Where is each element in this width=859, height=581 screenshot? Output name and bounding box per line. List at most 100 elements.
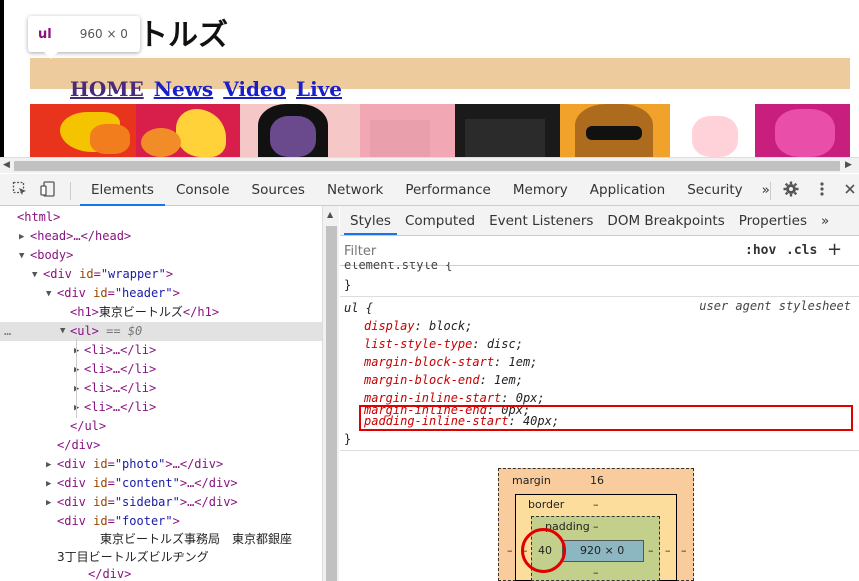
- collapse-triangle-icon[interactable]: ▼: [60, 322, 65, 341]
- margin-left-value[interactable]: –: [507, 544, 513, 557]
- declaration-display[interactable]: display: block;: [364, 317, 472, 335]
- page-left-edge: [0, 0, 4, 157]
- tag-li: <li>…</li>: [84, 362, 157, 376]
- new-rule-button[interactable]: +: [827, 239, 842, 260]
- attr-name: id: [93, 495, 108, 509]
- expand-triangle-icon[interactable]: ▶: [19, 232, 24, 242]
- padding-bottom-value[interactable]: –: [593, 566, 599, 579]
- tab-network[interactable]: Network: [316, 174, 394, 206]
- tab-application[interactable]: Application: [579, 174, 676, 206]
- dom-node-photo[interactable]: <div id="photo">…</div>: [57, 455, 223, 474]
- dom-tree-vertical-scrollbar[interactable]: ▲: [322, 206, 339, 581]
- more-tabs-button[interactable]: »: [754, 174, 778, 206]
- styles-tab-strip: Styles Computed Event Listeners DOM Brea…: [340, 206, 859, 236]
- dom-node-li[interactable]: <li>…</li>: [84, 360, 156, 379]
- close-icon[interactable]: [841, 181, 859, 199]
- scrollbar-thumb[interactable]: [14, 161, 840, 171]
- dom-node-content[interactable]: <div id="content">…</div>: [57, 474, 238, 493]
- tab-dom-breakpoints[interactable]: DOM Breakpoints: [601, 206, 730, 235]
- rule-divider: [340, 296, 859, 297]
- attr-value: "footer": [114, 514, 173, 528]
- margin-right-value[interactable]: –: [681, 544, 687, 557]
- prop-value: 0px;: [515, 391, 545, 405]
- declaration-list-style-type[interactable]: list-style-type: disc;: [364, 335, 523, 353]
- margin-label: margin: [512, 474, 551, 487]
- padding-left-highlight-annotation: [521, 528, 566, 573]
- dom-node-body[interactable]: <body>: [30, 246, 73, 265]
- scrollbar-thumb[interactable]: [326, 226, 337, 581]
- inspect-element-icon[interactable]: [11, 181, 29, 199]
- tab-event-listeners[interactable]: Event Listeners: [483, 206, 599, 235]
- margin-top-value[interactable]: 16: [590, 474, 604, 487]
- more-subtabs-button[interactable]: »: [815, 206, 835, 235]
- dom-node-footer-close[interactable]: </div>: [88, 565, 131, 581]
- prop-name: display: [364, 319, 415, 333]
- photo-panel-8: [755, 104, 850, 157]
- nav-link-live[interactable]: Live: [296, 77, 342, 101]
- border-top-value[interactable]: –: [593, 498, 599, 511]
- node-ellipsis[interactable]: …: [4, 322, 11, 341]
- scroll-right-icon[interactable]: ▶: [845, 160, 852, 170]
- element-style-rule[interactable]: element.style {: [344, 262, 452, 276]
- footer-text-line-2[interactable]: 3丁目ビートルズビルヂング: [57, 548, 209, 567]
- nav-link-video[interactable]: Video: [223, 77, 286, 101]
- photo-panel-6: [560, 104, 670, 157]
- prop-name: margin-block-start: [364, 355, 495, 369]
- footer-text: 3丁目ビートルズビルヂング: [57, 550, 209, 564]
- border-right-value[interactable]: –: [665, 544, 671, 557]
- tab-properties[interactable]: Properties: [733, 206, 813, 235]
- tag-close: </ul>: [70, 419, 107, 433]
- tab-sources[interactable]: Sources: [241, 174, 316, 206]
- tab-console[interactable]: Console: [165, 174, 241, 206]
- padding-right-value[interactable]: –: [648, 544, 654, 557]
- attr-name: id: [93, 514, 108, 528]
- tab-styles[interactable]: Styles: [344, 206, 397, 235]
- nav-link-news[interactable]: News: [154, 77, 213, 101]
- styles-filter-input[interactable]: [344, 241, 729, 262]
- dom-node-header[interactable]: <div id="header">: [57, 284, 180, 303]
- tab-memory[interactable]: Memory: [502, 174, 579, 206]
- declaration-margin-block-end[interactable]: margin-block-end: 1em;: [364, 371, 523, 389]
- device-toolbar-icon[interactable]: [40, 181, 58, 199]
- tab-performance[interactable]: Performance: [394, 174, 502, 206]
- declaration-margin-block-start[interactable]: margin-block-start: 1em;: [364, 353, 537, 371]
- collapse-triangle-icon[interactable]: ▼: [19, 251, 24, 261]
- dom-node-h1[interactable]: <h1>東京ビートルズ</h1>: [70, 303, 219, 322]
- tag-close: </div>: [57, 438, 101, 452]
- padding-top-value[interactable]: –: [593, 520, 599, 533]
- expand-triangle-icon[interactable]: ▶: [46, 498, 51, 508]
- class-toggle[interactable]: .cls: [786, 243, 817, 258]
- dom-node-head[interactable]: <head>…</head>: [30, 227, 131, 246]
- tab-elements[interactable]: Elements: [80, 174, 165, 206]
- dom-node-sidebar[interactable]: <div id="sidebar">…</div>: [57, 493, 238, 512]
- nav-link-home[interactable]: HOME: [70, 77, 144, 101]
- dom-node-footer[interactable]: <div id="footer">: [57, 512, 180, 531]
- footer-text-line-1[interactable]: 東京ビートルズ事務局 東京都銀座: [100, 530, 292, 549]
- content-size[interactable]: 920 × 0: [580, 544, 624, 557]
- collapse-triangle-icon[interactable]: ▼: [46, 289, 51, 299]
- dom-node-html[interactable]: <html>: [17, 208, 60, 227]
- tab-security[interactable]: Security: [676, 174, 753, 206]
- dom-node-wrapper[interactable]: <div id="wrapper">: [43, 265, 173, 284]
- dom-node-li[interactable]: <li>…</li>: [84, 341, 156, 360]
- scroll-left-icon[interactable]: ◀: [3, 160, 10, 170]
- expand-triangle-icon[interactable]: ▶: [46, 460, 51, 470]
- photo-panel-3: [240, 104, 360, 157]
- kebab-menu-icon[interactable]: [813, 181, 831, 199]
- expand-triangle-icon[interactable]: ▶: [46, 479, 51, 489]
- page-horizontal-scrollbar[interactable]: ◀ ▶: [0, 157, 859, 173]
- scroll-up-icon[interactable]: ▲: [327, 210, 333, 219]
- rule-selector[interactable]: ul {: [344, 299, 373, 317]
- gear-icon[interactable]: [782, 181, 800, 199]
- collapse-triangle-icon[interactable]: ▼: [32, 270, 37, 280]
- dom-node-li[interactable]: <li>…</li>: [84, 398, 156, 417]
- dom-node-div-close[interactable]: </div>: [57, 436, 100, 455]
- dom-node-li[interactable]: <li>…</li>: [84, 379, 156, 398]
- tab-computed[interactable]: Computed: [399, 206, 481, 235]
- dom-node-ul-close[interactable]: </ul>: [70, 417, 106, 436]
- tag-body: <body>: [30, 248, 74, 262]
- hover-state-toggle[interactable]: :hov: [745, 243, 776, 258]
- toolbar-separator: [770, 182, 771, 200]
- dom-node-ul-selected[interactable]: … ▼ <ul> == $0: [0, 322, 322, 341]
- rule-divider: [340, 450, 859, 451]
